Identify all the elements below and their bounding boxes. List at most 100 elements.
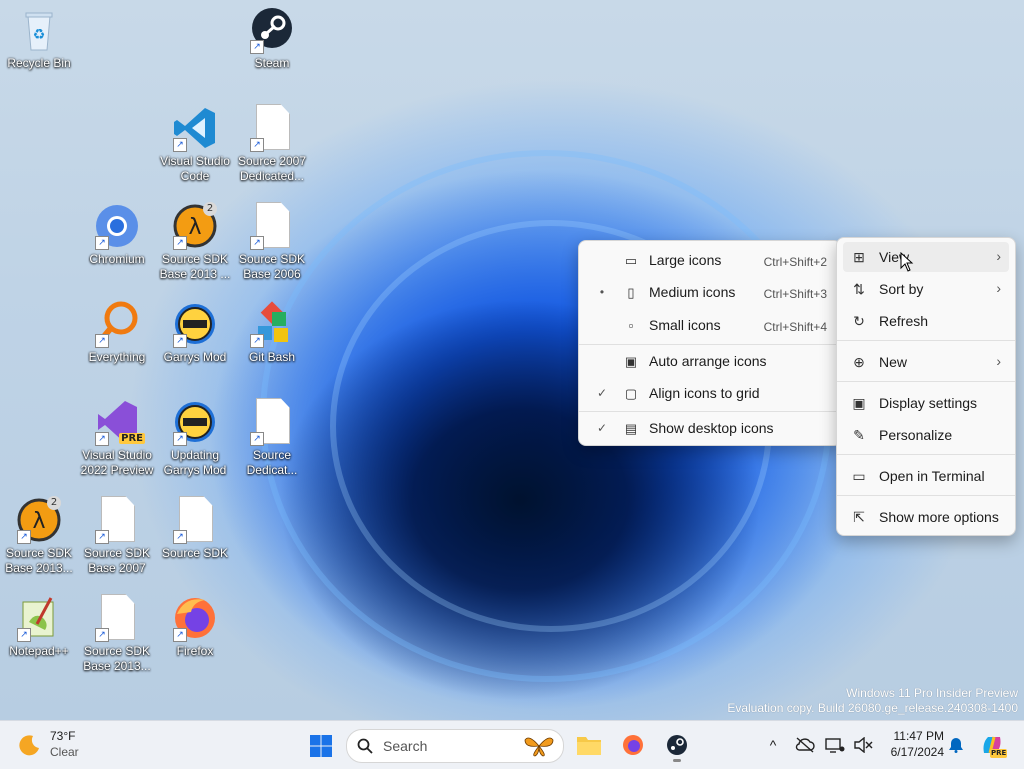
desktop-icon-recycle-bin[interactable]: ♻ Recycle Bin bbox=[0, 6, 78, 71]
desktop-icon-source-sdk-2006[interactable]: ↗ Source SDK Base 2006 bbox=[233, 202, 311, 282]
menu-separator bbox=[837, 495, 1015, 496]
desktop-icon-source-sdk[interactable]: ↗ Source SDK bbox=[156, 496, 234, 561]
desktop-icon-notepadpp[interactable]: ↗ Notepad++ bbox=[0, 594, 78, 659]
desktop-icon-source-sdk-2013-b[interactable]: λ 2 ↗ Source SDK Base 2013... bbox=[0, 496, 78, 576]
menu-item-large-icons[interactable]: ▭ Large icons Ctrl+Shift+2 bbox=[585, 246, 835, 276]
vscode-icon: ↗ bbox=[171, 104, 219, 152]
visual-studio-icon: PRE ↗ bbox=[93, 398, 145, 446]
menu-item-open-terminal[interactable]: ▭ Open in Terminal bbox=[843, 461, 1009, 491]
watermark-edition: Windows 11 Pro Insider Preview bbox=[846, 686, 1018, 700]
desktop-icon-source-sdk-2013-c[interactable]: ↗ Source SDK Base 2013... bbox=[78, 594, 156, 674]
clock[interactable]: 11:47 PM 6/17/2024 bbox=[884, 729, 944, 761]
icon-label: Source SDK Base 2006 bbox=[238, 252, 306, 281]
shortcut-arrow-icon: ↗ bbox=[17, 530, 31, 544]
svg-text:♻: ♻ bbox=[33, 27, 46, 43]
desktop-icon-firefox[interactable]: ↗ Firefox bbox=[156, 594, 234, 659]
display-icon: ▣ bbox=[852, 395, 866, 411]
shortcut-arrow-icon: ↗ bbox=[17, 628, 31, 642]
half-life-icon: λ 2 ↗ bbox=[171, 202, 219, 250]
steam-taskbar-button[interactable] bbox=[662, 729, 692, 762]
notifications-button[interactable] bbox=[946, 729, 966, 761]
menu-item-view[interactable]: ⊞ View › bbox=[843, 242, 1009, 272]
menu-item-show-more-options[interactable]: ⇱ Show more options bbox=[843, 502, 1009, 532]
document-icon: ↗ bbox=[93, 594, 141, 642]
desktop-icon-git-bash[interactable]: ↗ Git Bash bbox=[233, 300, 311, 365]
desktop-icon-garrys-mod[interactable]: ↗ Garrys Mod bbox=[156, 300, 234, 365]
shortcut-arrow-icon: ↗ bbox=[173, 138, 187, 152]
menu-item-label: Show more options bbox=[879, 509, 999, 525]
menu-item-label: New bbox=[879, 354, 908, 370]
svg-text:λ: λ bbox=[188, 215, 201, 240]
auto-arrange-icon: ▣ bbox=[624, 354, 638, 369]
menu-separator bbox=[837, 381, 1015, 382]
menu-item-show-desktop-icons[interactable]: ✓ ▤ Show desktop icons bbox=[585, 414, 835, 444]
menu-item-label: Show desktop icons bbox=[649, 420, 774, 436]
menu-item-medium-icons[interactable]: • ▯ Medium icons Ctrl+Shift+3 bbox=[585, 278, 835, 308]
weather-temperature: 73°F bbox=[50, 729, 76, 743]
desktop-icon-steam[interactable]: ↗ Steam bbox=[233, 6, 311, 71]
taskbar-search[interactable]: Search bbox=[346, 729, 564, 763]
shortcut-arrow-icon: ↗ bbox=[95, 432, 109, 446]
refresh-icon: ↻ bbox=[853, 313, 865, 329]
desktop-icon-chromium[interactable]: ↗ Chromium bbox=[78, 202, 156, 267]
document-icon: ↗ bbox=[248, 202, 296, 250]
desktop-icon-source-dedicated[interactable]: ↗ Source Dedicat... bbox=[233, 398, 311, 478]
watermark-build: Evaluation copy. Build 26080.ge_release.… bbox=[727, 701, 1018, 715]
icon-label: Garrys Mod bbox=[163, 350, 227, 364]
onedrive-tray-button[interactable] bbox=[794, 729, 816, 761]
terminal-icon: ▭ bbox=[852, 468, 866, 484]
file-explorer-button[interactable] bbox=[574, 729, 604, 761]
folder-icon bbox=[577, 737, 601, 755]
volume-tray-button[interactable] bbox=[852, 729, 874, 761]
icon-label: Updating Garrys Mod bbox=[163, 448, 227, 477]
taskbar: 73°F Clear Search ^ 11:47 PM 6/17/2024 P… bbox=[0, 720, 1024, 769]
icon-label: Visual Studio 2022 Preview bbox=[80, 448, 154, 477]
show-hidden-icons-button[interactable]: ^ bbox=[764, 729, 782, 761]
icon-label: Firefox bbox=[176, 644, 214, 658]
icon-label: Recycle Bin bbox=[7, 56, 71, 70]
shortcut-arrow-icon: ↗ bbox=[250, 40, 264, 54]
start-button[interactable] bbox=[306, 729, 336, 761]
menu-item-new[interactable]: ⊕ New › bbox=[843, 347, 1009, 377]
mouse-pointer-icon bbox=[900, 252, 914, 272]
speaker-muted-icon bbox=[854, 737, 873, 753]
desktop-icon-source-2007-dedicated[interactable]: ↗ Source 2007 Dedicated... bbox=[233, 104, 311, 184]
steam-icon bbox=[667, 735, 687, 755]
icon-label: Source 2007 Dedicated... bbox=[237, 154, 307, 183]
moon-icon bbox=[19, 735, 39, 756]
menu-item-personalize[interactable]: ✎ Personalize bbox=[843, 420, 1009, 450]
running-indicator bbox=[673, 759, 681, 762]
pen-icon: ✎ bbox=[853, 427, 865, 443]
network-tray-button[interactable] bbox=[824, 729, 846, 761]
firefox-taskbar-button[interactable] bbox=[618, 729, 648, 761]
desktop-icon-visual-studio-2022-preview[interactable]: PRE ↗ Visual Studio 2022 Preview bbox=[78, 398, 156, 478]
menu-item-sort-by[interactable]: ⇅ Sort by › bbox=[843, 274, 1009, 304]
medium-icons-icon: ▯ bbox=[627, 285, 635, 300]
desktop-icon-source-sdk-2007[interactable]: ↗ Source SDK Base 2007 bbox=[78, 496, 156, 576]
cloud-offline-icon bbox=[795, 737, 815, 753]
menu-item-align-to-grid[interactable]: ✓ ▢ Align icons to grid bbox=[585, 379, 835, 409]
icon-label: Source SDK Base 2013 ... bbox=[159, 252, 231, 281]
document-icon: ↗ bbox=[93, 496, 141, 544]
copilot-button[interactable]: PRE bbox=[978, 729, 1008, 761]
desktop-context-menu: ⊞ View › ⇅ Sort by › ↻ Refresh ⊕ New › ▣… bbox=[836, 237, 1016, 536]
icon-label: Source SDK Base 2013... bbox=[83, 644, 151, 673]
menu-item-label: Personalize bbox=[879, 427, 953, 443]
menu-item-label: Display settings bbox=[879, 395, 978, 411]
shortcut-arrow-icon: ↗ bbox=[173, 236, 187, 250]
desktop-icon-updating-garrys-mod[interactable]: ↗ Updating Garrys Mod bbox=[156, 398, 234, 478]
shortcut-arrow-icon: ↗ bbox=[95, 236, 109, 250]
menu-item-refresh[interactable]: ↻ Refresh bbox=[843, 306, 1009, 336]
plus-circle-icon: ⊕ bbox=[853, 354, 865, 370]
menu-item-auto-arrange[interactable]: ▣ Auto arrange icons bbox=[585, 347, 835, 377]
desktop-icon-source-sdk-2013-a[interactable]: λ 2 ↗ Source SDK Base 2013 ... bbox=[156, 202, 234, 282]
desktop-icon-everything[interactable]: ↗ Everything bbox=[78, 300, 156, 365]
menu-item-label: Small icons bbox=[649, 317, 721, 333]
shortcut-arrow-icon: ↗ bbox=[95, 628, 109, 642]
bell-icon bbox=[949, 738, 963, 753]
hl2-badge: 2 bbox=[47, 496, 61, 510]
menu-item-small-icons[interactable]: ▫ Small icons Ctrl+Shift+4 bbox=[585, 311, 835, 341]
weather-widget[interactable]: 73°F Clear bbox=[14, 729, 104, 761]
desktop-icon-vscode[interactable]: ↗ Visual Studio Code bbox=[156, 104, 234, 184]
menu-item-display-settings[interactable]: ▣ Display settings bbox=[843, 388, 1009, 418]
